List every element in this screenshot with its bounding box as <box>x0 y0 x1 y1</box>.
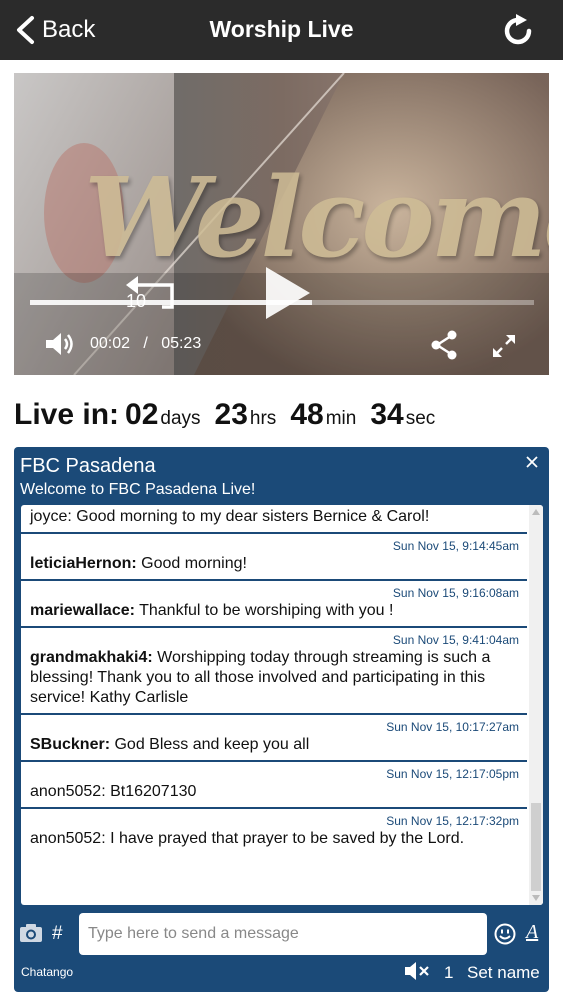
message-list: joyce: Good morning to my dear sisters B… <box>21 505 527 905</box>
message-username[interactable]: grandmakhaki4: <box>30 649 153 666</box>
refresh-icon[interactable] <box>499 12 537 50</box>
share-icon[interactable] <box>430 330 458 360</box>
scroll-down-arrow-icon[interactable] <box>532 895 540 901</box>
scroll-thumb[interactable] <box>531 803 541 891</box>
chatango-link[interactable]: Chatango <box>21 965 73 979</box>
current-time: 00:02 <box>90 335 131 352</box>
scroll-up-arrow-icon[interactable] <box>532 509 540 515</box>
play-icon[interactable] <box>262 265 312 321</box>
message-text: leticiaHernon: Good morning! <box>30 555 247 572</box>
live-countdown: Live in: 02 days 23 hrs 48 min 34 sec <box>14 398 449 438</box>
chat-messages-panel[interactable]: joyce: Good morning to my dear sisters B… <box>21 505 543 905</box>
close-icon[interactable] <box>525 455 539 469</box>
message-timestamp: Sun Nov 15, 9:16:08am <box>392 586 519 600</box>
chat-message: Sun Nov 15, 9:14:45am leticiaHernon: Goo… <box>21 534 527 581</box>
message-timestamp: Sun Nov 15, 9:14:45am <box>392 539 519 553</box>
countdown-days-unit: days <box>160 408 201 429</box>
countdown-minutes-unit: min <box>325 408 357 429</box>
message-text: joyce: Good morning to my dear sisters B… <box>30 508 430 525</box>
top-nav-bar: Back Worship Live <box>0 0 563 60</box>
user-count: 1 <box>444 963 454 982</box>
hashtag-button[interactable]: # <box>52 923 63 945</box>
video-time: 00:02 / 05:23 <box>90 335 201 353</box>
chat-message: Sun Nov 15, 12:17:05pm anon5052: Bt16207… <box>21 762 527 809</box>
message-username[interactable]: leticiaHernon: <box>30 555 137 572</box>
text-format-button[interactable]: A <box>526 921 538 944</box>
mute-icon[interactable] <box>404 960 430 982</box>
message-text: SBuckner: God Bless and keep you all <box>30 736 310 753</box>
chat-message: Sun Nov 15, 9:16:08am mariewallace: Than… <box>21 581 527 628</box>
countdown-label: Live in: <box>14 398 120 431</box>
welcome-overlay-text: Welcome <box>84 153 549 282</box>
set-name-button[interactable]: Set name <box>467 963 540 983</box>
chat-message: joyce: Good morning to my dear sisters B… <box>21 505 527 534</box>
countdown-seconds: 34 <box>370 398 404 431</box>
chat-subtitle: Welcome to FBC Pasadena Live! <box>20 481 256 498</box>
message-text: anon5052: I have prayed that prayer to b… <box>30 830 465 847</box>
countdown-hours-unit: hrs <box>249 408 277 429</box>
chat-message-input[interactable] <box>79 913 487 955</box>
time-separator: / <box>143 335 148 352</box>
page-title: Worship Live <box>209 16 354 42</box>
countdown-hours: 23 <box>214 398 248 431</box>
chat-widget: FBC Pasadena Welcome to FBC Pasadena Liv… <box>14 447 549 992</box>
message-timestamp: Sun Nov 15, 10:17:27am <box>386 720 519 734</box>
message-timestamp: Sun Nov 15, 12:17:32pm <box>386 814 519 828</box>
chat-message: Sun Nov 15, 12:17:32pm anon5052: I have … <box>21 809 527 854</box>
volume-icon[interactable] <box>44 331 76 357</box>
message-username[interactable]: SBuckner: <box>30 736 110 753</box>
chat-message: Sun Nov 15, 10:17:27am SBuckner: God Ble… <box>21 715 527 762</box>
message-text: anon5052: Bt16207130 <box>30 783 197 800</box>
countdown-days: 02 <box>125 398 159 431</box>
chat-title: FBC Pasadena <box>20 455 156 477</box>
chat-scrollbar[interactable] <box>529 505 543 905</box>
countdown-seconds-unit: sec <box>405 408 436 429</box>
message-timestamp: Sun Nov 15, 12:17:05pm <box>386 767 519 781</box>
message-timestamp: Sun Nov 15, 9:41:04am <box>392 633 519 647</box>
video-progress-bar[interactable] <box>30 300 534 305</box>
message-text: grandmakhaki4: Worshipping today through… <box>30 649 491 706</box>
chat-message: Sun Nov 15, 9:41:04am grandmakhaki4: Wor… <box>21 628 527 715</box>
video-player[interactable]: Welcome 10 00:02 / 05:23 <box>14 73 549 375</box>
duration: 05:23 <box>161 335 202 352</box>
message-text: mariewallace: Thankful to be worshiping … <box>30 602 394 619</box>
video-progress-fill <box>30 300 313 305</box>
fullscreen-icon[interactable] <box>491 333 517 359</box>
camera-icon[interactable] <box>19 923 43 943</box>
message-username[interactable]: mariewallace: <box>30 602 135 619</box>
countdown-minutes: 48 <box>290 398 324 431</box>
emoji-icon[interactable] <box>494 923 516 945</box>
